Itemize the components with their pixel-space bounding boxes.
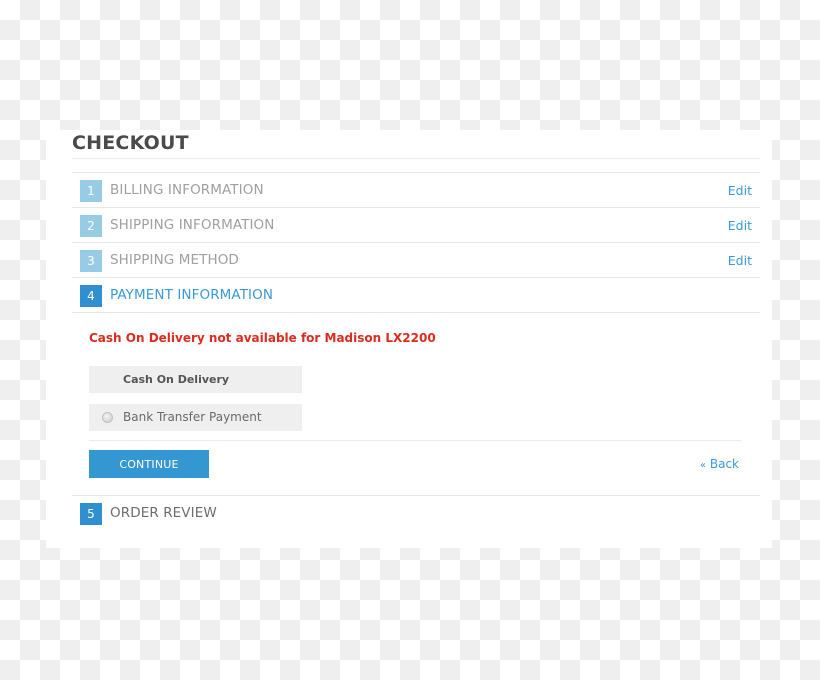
payment-option-bank-transfer[interactable]: Bank Transfer Payment bbox=[89, 404, 302, 431]
checkout-panel: CHECKOUT 1 BILLING INFORMATION Edit 2 SH… bbox=[46, 130, 772, 548]
back-link[interactable]: « Back bbox=[700, 457, 739, 471]
step-number-badge: 2 bbox=[80, 215, 102, 237]
step-label: SHIPPING METHOD bbox=[110, 252, 239, 268]
page-title: CHECKOUT bbox=[72, 132, 189, 154]
title-divider bbox=[72, 158, 760, 159]
step-order-review: 5 ORDER REVIEW bbox=[72, 495, 760, 531]
edit-shipping-info-link[interactable]: Edit bbox=[728, 218, 752, 233]
step-number-badge: 4 bbox=[80, 285, 102, 307]
step-label: SHIPPING INFORMATION bbox=[110, 217, 275, 233]
option-label: Cash On Delivery bbox=[123, 373, 230, 386]
step-divider bbox=[72, 312, 760, 313]
step-label: PAYMENT INFORMATION bbox=[110, 287, 274, 303]
step-label: ORDER REVIEW bbox=[110, 505, 217, 521]
continue-button[interactable]: CONTINUE bbox=[89, 450, 209, 478]
edit-shipping-method-link[interactable]: Edit bbox=[728, 253, 752, 268]
step-shipping-information: 2 SHIPPING INFORMATION Edit bbox=[72, 207, 760, 243]
step-number-badge: 3 bbox=[80, 250, 102, 272]
back-label: Back bbox=[709, 457, 739, 471]
payment-divider bbox=[89, 440, 741, 441]
step-billing-information: 1 BILLING INFORMATION Edit bbox=[72, 172, 760, 208]
step-payment-information[interactable]: 4 PAYMENT INFORMATION bbox=[72, 277, 760, 313]
payment-error-message: Cash On Delivery not available for Madis… bbox=[89, 331, 436, 345]
step-label: BILLING INFORMATION bbox=[110, 182, 264, 198]
payment-option-cash-on-delivery[interactable]: Cash On Delivery bbox=[89, 366, 302, 393]
step-number-badge: 5 bbox=[80, 503, 102, 525]
option-label: Bank Transfer Payment bbox=[123, 410, 262, 424]
step-shipping-method: 3 SHIPPING METHOD Edit bbox=[72, 242, 760, 278]
edit-billing-link[interactable]: Edit bbox=[728, 183, 752, 198]
radio-button[interactable] bbox=[102, 412, 113, 423]
step-number-badge: 1 bbox=[80, 180, 102, 202]
chevron-left-double-icon: « bbox=[699, 460, 707, 471]
